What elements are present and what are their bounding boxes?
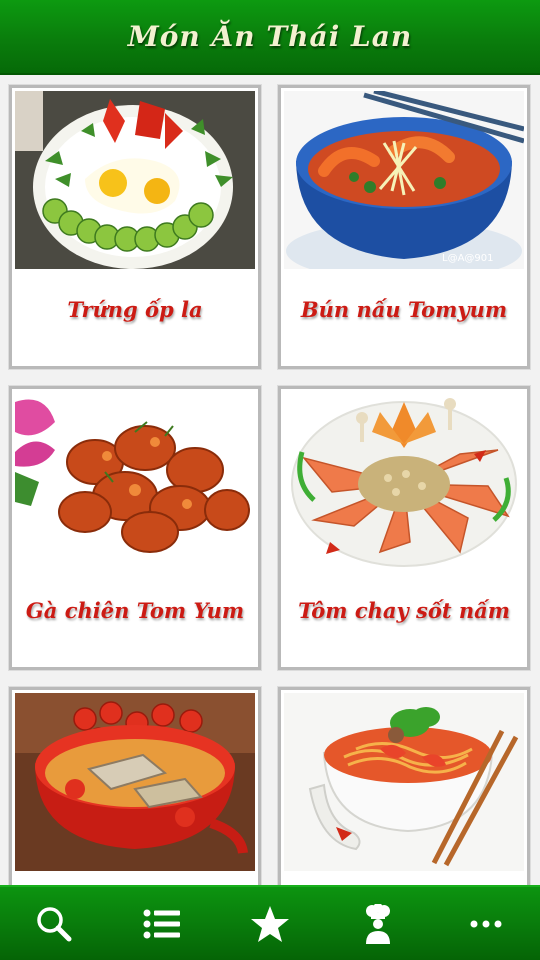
app-header: Món Ăn Thái Lan	[0, 0, 540, 75]
search-icon	[35, 905, 73, 943]
nav-search-button[interactable]	[14, 889, 94, 959]
nav-more-button[interactable]	[446, 889, 526, 959]
list-icon	[143, 909, 181, 939]
dish-photo-noodle-bowl	[284, 693, 524, 871]
dish-card-tom-chay[interactable]: Tôm chay sốt nấm	[278, 386, 530, 670]
dish-grid: Trứng ốp la L@A@901 Bún nấu Tomyum Gà ch…	[0, 77, 540, 885]
dish-photo-fish-soup	[15, 693, 255, 871]
app-title: Món Ăn Thái Lan	[127, 20, 413, 53]
chef-icon	[363, 903, 393, 944]
nav-list-button[interactable]	[122, 889, 202, 959]
dish-label: Bún nấu Tomyum	[300, 296, 508, 322]
dish-card-fried-egg[interactable]: Trứng ốp la	[9, 85, 261, 369]
dish-label: Gà chiên Tom Yum	[25, 597, 245, 623]
dish-card-5[interactable]	[9, 687, 261, 885]
more-icon	[470, 920, 502, 928]
nav-chef-button[interactable]	[338, 889, 418, 959]
nav-favorites-button[interactable]	[230, 889, 310, 959]
dish-label: Tôm chay sốt nấm	[298, 597, 510, 623]
dish-photo-fried-egg	[15, 91, 255, 269]
dish-photo-bun-tomyum: L@A@901	[284, 91, 524, 269]
dish-card-6[interactable]	[278, 687, 530, 885]
dish-card-ga-chien[interactable]: Gà chiên Tom Yum	[9, 386, 261, 670]
dish-label	[281, 871, 527, 885]
bottom-navigation	[0, 885, 540, 960]
star-icon	[250, 905, 290, 943]
photo-watermark: L@A@901	[442, 253, 494, 264]
dish-label	[12, 871, 258, 885]
dish-photo-tom-chay	[284, 392, 524, 570]
dish-label: Trứng ốp la	[67, 296, 203, 322]
dish-card-bun-tomyum[interactable]: L@A@901 Bún nấu Tomyum	[278, 85, 530, 369]
dish-photo-ga-chien	[15, 392, 255, 570]
